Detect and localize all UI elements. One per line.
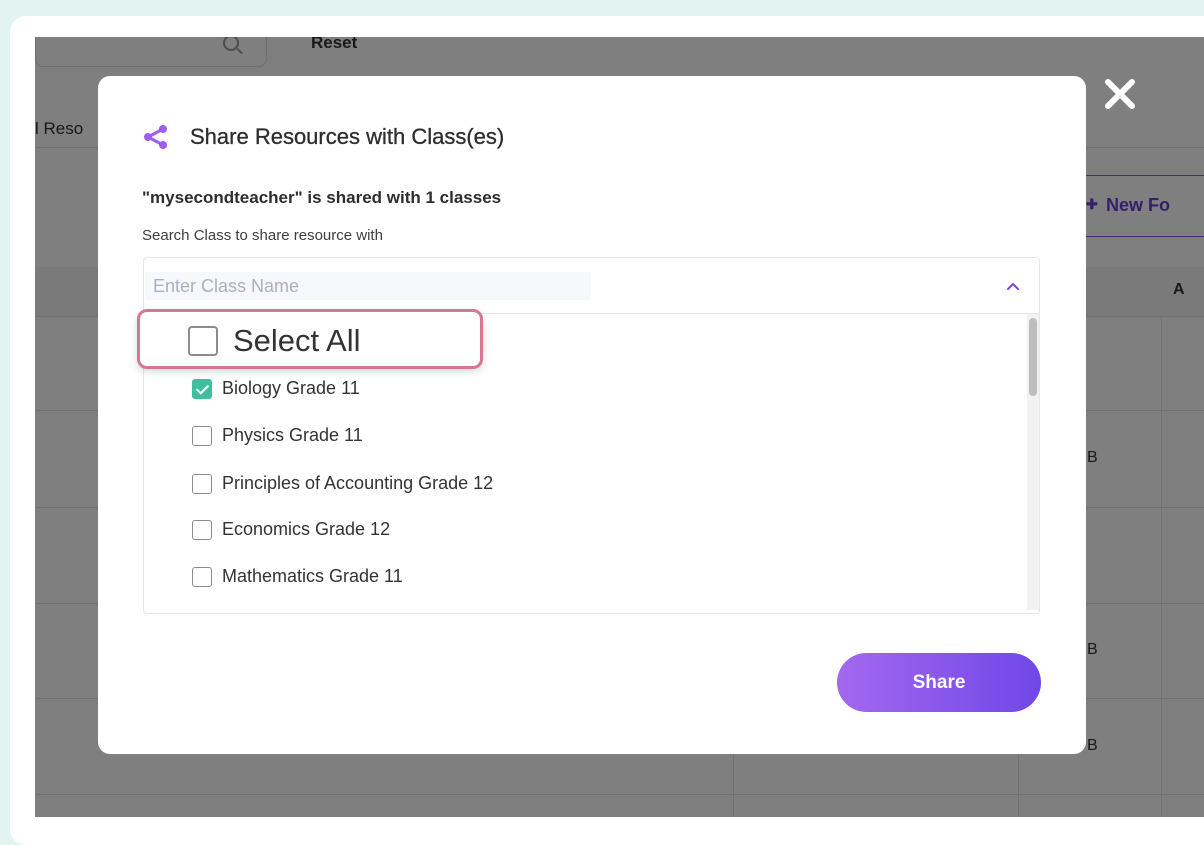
- class-option-label: Principles of Accounting Grade 12: [222, 473, 494, 493]
- dialog-title: Share Resources with Class(es): [190, 124, 505, 149]
- chevron-up-icon[interactable]: [1005, 278, 1021, 294]
- checkbox[interactable]: [192, 473, 212, 494]
- class-option-label: Physics Grade 11: [222, 425, 363, 445]
- class-name-input[interactable]: [145, 272, 591, 300]
- class-option-label: Mathematics Grade 11: [222, 566, 403, 586]
- dialog-header: Share Resources with Class(es): [142, 124, 504, 150]
- scrollbar-track[interactable]: [1027, 314, 1039, 610]
- class-option-accounting[interactable]: Principles of Accounting Grade 12: [192, 473, 493, 494]
- share-dialog: Share Resources with Class(es) "mysecond…: [98, 76, 1086, 754]
- select-all-option[interactable]: Select All: [188, 323, 361, 359]
- select-all-highlight: Select All: [137, 309, 483, 369]
- close-icon[interactable]: [1103, 77, 1137, 111]
- shared-info-text: "mysecondteacher" is shared with 1 class…: [142, 188, 502, 207]
- class-option-physics[interactable]: Physics Grade 11: [192, 425, 363, 446]
- checkbox-checked[interactable]: [192, 378, 212, 399]
- checkbox[interactable]: [192, 566, 212, 587]
- search-class-label: Search Class to share resource with: [142, 227, 383, 244]
- class-option-economics[interactable]: Economics Grade 12: [192, 519, 390, 540]
- class-option-label: Biology Grade 11: [222, 378, 360, 398]
- share-icon: [144, 125, 167, 149]
- scrollbar-thumb[interactable]: [1029, 318, 1037, 396]
- select-all-label: Select All: [233, 323, 361, 358]
- class-option-biology[interactable]: Biology Grade 11: [192, 378, 360, 399]
- class-option-label: Economics Grade 12: [222, 519, 391, 539]
- checkbox[interactable]: [192, 425, 212, 446]
- class-option-mathematics[interactable]: Mathematics Grade 11: [192, 566, 403, 587]
- share-button[interactable]: Share: [837, 653, 1041, 712]
- class-select-dropdown[interactable]: [143, 257, 1040, 314]
- checkbox[interactable]: [192, 519, 212, 540]
- select-all-checkbox[interactable]: [188, 326, 218, 356]
